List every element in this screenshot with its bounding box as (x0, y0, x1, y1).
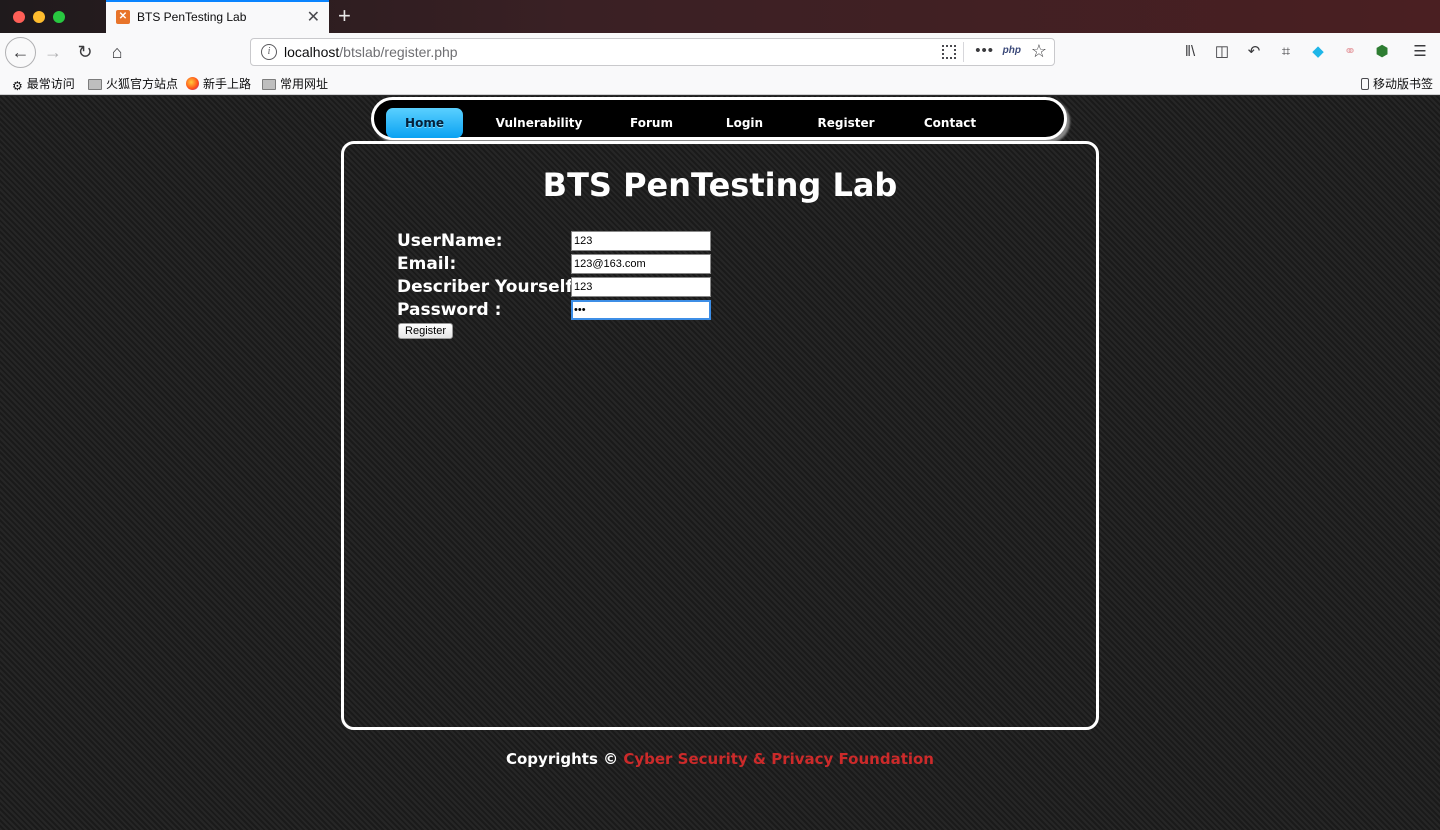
password-field[interactable]: ••• (571, 300, 711, 320)
folder-icon (88, 79, 102, 90)
home-icon[interactable]: ⌂ (102, 37, 132, 67)
bookmark-common-sites[interactable]: 常用网址 (262, 75, 328, 92)
bookmarks-bar: ⚙ 最常访问 火狐官方站点 新手上路 常用网址 移动版书签 (0, 72, 1440, 95)
new-tab-icon[interactable]: + (338, 3, 351, 29)
content-panel: BTS PenTesting Lab UserName: 123 Email: … (341, 141, 1099, 730)
menu-vulnerability[interactable]: Vulnerability (484, 108, 594, 138)
hamburger-menu-icon[interactable]: ☰ (1410, 42, 1430, 62)
tab-title: BTS PenTesting Lab (137, 10, 247, 24)
window-titlebar: ✕ BTS PenTesting Lab ✕ + (0, 0, 1440, 33)
email-field[interactable]: 123@163.com (571, 254, 711, 274)
page-title: BTS PenTesting Lab (542, 166, 898, 204)
undo-icon[interactable]: ↶ (1244, 42, 1264, 62)
menu-login[interactable]: Login (712, 108, 777, 138)
main-menu: Home Vulnerability Forum Login Register … (371, 97, 1067, 140)
crop-icon[interactable]: ⌗ (1276, 42, 1296, 62)
gear-icon: ⚙ (12, 79, 23, 93)
sidebar-icon[interactable]: ◫ (1212, 42, 1232, 62)
php-extension-icon[interactable]: php (1003, 45, 1021, 56)
minimize-window-button[interactable] (33, 11, 45, 23)
bookmark-most-visited[interactable]: ⚙ 最常访问 (12, 75, 75, 93)
menu-home[interactable]: Home (386, 108, 463, 138)
url-separator (963, 42, 964, 62)
url-path: /btslab/register.php (339, 44, 458, 60)
menu-forum[interactable]: Forum (619, 108, 684, 138)
close-window-button[interactable] (13, 11, 25, 23)
page-body: Home Vulnerability Forum Login Register … (0, 96, 1440, 830)
password-label: Password : (397, 300, 502, 320)
describe-field[interactable]: 123 (571, 277, 711, 297)
bookmark-mobile[interactable]: 移动版书签 (1361, 75, 1433, 92)
menu-register[interactable]: Register (806, 108, 886, 138)
qr-code-icon[interactable] (942, 45, 956, 59)
copyright-text: Copyrights © (505, 750, 619, 768)
footer: Copyrights © Cyber Security & Privacy Fo… (0, 750, 1440, 768)
register-button[interactable]: Register (398, 323, 453, 339)
username-field[interactable]: 123 (571, 231, 711, 251)
browser-tab[interactable]: ✕ BTS PenTesting Lab ✕ (106, 0, 329, 33)
url-host: localhost (284, 44, 340, 60)
extension-shield-icon[interactable]: ⬢ (1372, 42, 1392, 62)
xampp-favicon-icon: ✕ (116, 10, 130, 24)
library-icon[interactable]: ‖\ (1180, 42, 1200, 62)
extension-circles-icon[interactable]: ⚭ (1340, 42, 1360, 62)
forward-arrow-icon[interactable]: → (38, 37, 68, 67)
describe-label: Describer Yourself: (397, 277, 580, 297)
back-arrow-icon[interactable]: ← (5, 37, 36, 68)
footer-org-link[interactable]: Cyber Security & Privacy Foundation (623, 750, 934, 768)
tab-close-icon[interactable]: ✕ (307, 7, 320, 27)
bookmark-getting-started[interactable]: 新手上路 (186, 75, 251, 92)
bookmark-star-icon[interactable]: ☆ (1031, 41, 1047, 62)
reload-icon[interactable]: ↻ (70, 37, 100, 67)
site-info-icon[interactable]: i (261, 44, 277, 60)
address-bar[interactable]: i localhost/btslab/register.php ••• php … (250, 38, 1055, 66)
folder-icon (262, 79, 276, 90)
bookmark-firefox-site[interactable]: 火狐官方站点 (88, 75, 178, 92)
firefox-icon (186, 77, 199, 90)
url-text[interactable]: localhost/btslab/register.php (284, 44, 458, 60)
mobile-phone-icon (1361, 78, 1369, 90)
username-label: UserName: (397, 231, 503, 251)
extension-cube-icon[interactable]: ◆ (1308, 42, 1328, 62)
maximize-window-button[interactable] (53, 11, 65, 23)
email-label: Email: (397, 254, 457, 274)
browser-toolbar: ← → ↻ ⌂ i localhost/btslab/register.php … (0, 33, 1440, 72)
menu-contact[interactable]: Contact (914, 108, 986, 138)
page-actions-icon[interactable]: ••• (975, 42, 994, 59)
